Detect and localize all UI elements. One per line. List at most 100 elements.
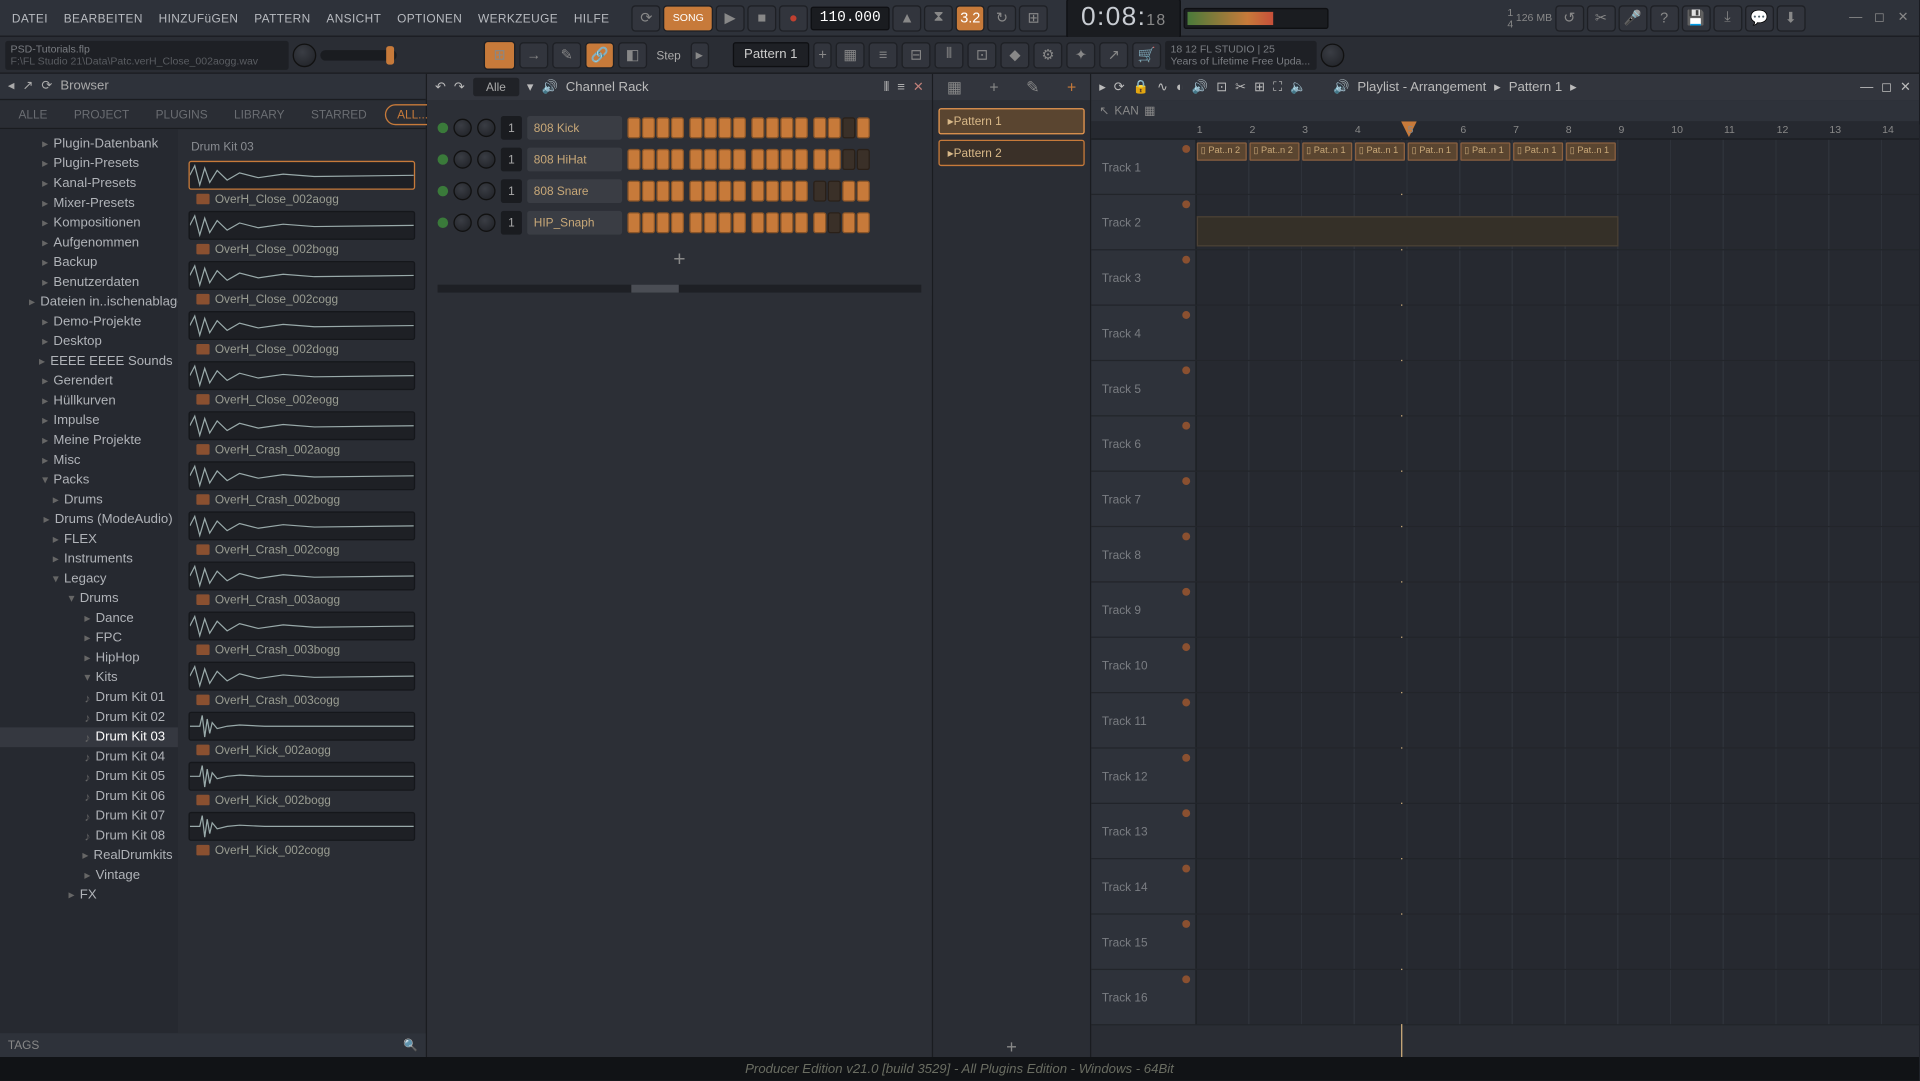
step-button[interactable] — [795, 117, 808, 138]
playlist-clip[interactable]: ▯ Pat..n 1 — [1513, 142, 1563, 160]
channel-mixer-track[interactable]: 1 — [501, 211, 522, 235]
pl-tool-pointer[interactable]: ↖ — [1099, 103, 1109, 117]
sample-item[interactable]: OverH_Close_002cogg — [188, 261, 415, 308]
channel-add-button[interactable]: + — [438, 245, 922, 277]
track-lane[interactable] — [1197, 306, 1919, 360]
track-header[interactable]: Track 6 — [1091, 416, 1196, 470]
news-icon[interactable] — [1321, 43, 1345, 67]
tree-item[interactable]: ▸ Demo-Projekte — [0, 312, 178, 332]
tree-item[interactable]: ▸ Dance — [0, 609, 178, 629]
playlist-clip[interactable]: ▯ Pat..n 1 — [1566, 142, 1616, 160]
tree-item[interactable]: ▸ Plugin-Presets — [0, 154, 178, 174]
menu-werkzeuge[interactable]: WERKZEUGE — [471, 9, 564, 27]
ch-view2-icon[interactable]: ≡ — [897, 80, 905, 94]
step-button[interactable] — [813, 117, 826, 138]
channel-pan-knob[interactable] — [453, 182, 471, 200]
ch-fwd-icon[interactable]: ↷ — [454, 80, 465, 94]
track-header[interactable]: Track 3 — [1091, 250, 1196, 304]
pl-speaker-icon[interactable]: 🔊 — [1333, 80, 1349, 94]
tree-item[interactable]: ▸ Desktop — [0, 332, 178, 352]
pattern-picker-item[interactable]: ▸ Pattern 2 — [938, 140, 1084, 166]
track-header[interactable]: Track 13 — [1091, 804, 1196, 858]
step-button[interactable] — [813, 181, 826, 202]
tree-item[interactable]: ▾ Drums — [0, 589, 178, 609]
sample-item[interactable]: OverH_Crash_002bogg — [188, 461, 415, 508]
track-header[interactable]: Track 8 — [1091, 527, 1196, 581]
tree-item[interactable]: ▸ Drums (ModeAudio) — [0, 510, 178, 530]
step-button[interactable] — [828, 212, 841, 233]
track-header[interactable]: Track 1 — [1091, 140, 1196, 194]
time-display[interactable]: 0:08:18 — [1067, 0, 1181, 38]
step-button[interactable] — [733, 149, 746, 170]
track-header[interactable]: Track 14 — [1091, 859, 1196, 913]
plugin-icon[interactable]: ◆ — [1001, 42, 1030, 68]
metronome-icon[interactable]: ▲ — [893, 5, 922, 31]
track-lane[interactable] — [1197, 970, 1919, 1024]
sample-item[interactable]: OverH_Kick_002aogg — [188, 712, 415, 759]
countdown-icon[interactable]: ⧗ — [924, 5, 953, 31]
pp-plus-icon[interactable]: + — [1067, 78, 1076, 96]
step-edit-icon[interactable]: ⊞ — [1019, 5, 1048, 31]
step-button[interactable] — [828, 117, 841, 138]
channel-mute-led[interactable] — [438, 186, 449, 197]
pl-t8-icon[interactable]: 🔈 — [1290, 80, 1306, 94]
tree-item[interactable]: ▸ Mixer-Presets — [0, 194, 178, 214]
tree-item[interactable]: ▸ Hüllkurven — [0, 391, 178, 411]
tree-item[interactable]: ▸ Vintage — [0, 866, 178, 886]
track-lane[interactable] — [1197, 638, 1919, 692]
step-button[interactable] — [656, 212, 669, 233]
step-button[interactable] — [704, 181, 717, 202]
pattern-add[interactable]: + — [813, 42, 831, 68]
tree-item[interactable]: ♪ Drum Kit 03 — [0, 728, 178, 748]
step-play[interactable]: ▸ — [690, 42, 708, 68]
ch-back-icon[interactable]: ↶ — [435, 80, 446, 94]
tree-item[interactable]: ▸ Benutzerdaten — [0, 273, 178, 293]
view-mixer-icon[interactable]: ⫴ — [935, 42, 964, 68]
tree-item[interactable]: ♪ Drum Kit 06 — [0, 787, 178, 807]
channel-mute-led[interactable] — [438, 154, 449, 165]
step-button[interactable] — [751, 117, 764, 138]
step-button[interactable] — [795, 181, 808, 202]
channel-mixer-track[interactable]: 1 — [501, 148, 522, 172]
step-button[interactable] — [656, 117, 669, 138]
menu-optionen[interactable]: OPTIONEN — [390, 9, 468, 27]
step-button[interactable] — [627, 212, 640, 233]
track-lane[interactable] — [1197, 915, 1919, 969]
loop-rec-icon[interactable]: ↻ — [987, 5, 1016, 31]
step-button[interactable] — [671, 181, 684, 202]
save-icon[interactable]: 💾 — [1681, 5, 1710, 31]
window-min-icon[interactable]: — — [1845, 9, 1866, 27]
step-button[interactable] — [689, 149, 702, 170]
pl-menu-icon[interactable]: ▸ — [1099, 80, 1106, 94]
menu-hinzufuegen[interactable]: HINZUFüGEN — [152, 9, 245, 27]
tree-item[interactable]: ▸ FX — [0, 886, 178, 906]
step-button[interactable] — [857, 149, 870, 170]
channel-vol-knob[interactable] — [477, 150, 495, 168]
track-header[interactable]: Track 16 — [1091, 970, 1196, 1024]
sample-item[interactable]: OverH_Crash_003aogg — [188, 561, 415, 608]
track-lane[interactable] — [1197, 416, 1919, 470]
sync-icon[interactable]: ⟳ — [632, 5, 661, 31]
step-button[interactable] — [751, 181, 764, 202]
step-button[interactable] — [780, 212, 793, 233]
news-panel[interactable]: 18 12 FL STUDIO | 25 Years of Lifetime F… — [1165, 40, 1317, 69]
channel-mute-led[interactable] — [438, 217, 449, 228]
browser-tab-alle[interactable]: ALLE — [11, 103, 56, 124]
tree-item[interactable]: ▸ Misc — [0, 451, 178, 471]
step-button[interactable] — [718, 212, 731, 233]
master-pitch-slider[interactable] — [320, 49, 396, 60]
sample-item[interactable]: OverH_Crash_003cogg — [188, 662, 415, 709]
track-header[interactable]: Track 10 — [1091, 638, 1196, 692]
playlist-ruler[interactable]: 1234567891011121314 — [1091, 121, 1919, 139]
step-button[interactable] — [656, 149, 669, 170]
tree-item[interactable]: ▸ HipHop — [0, 648, 178, 668]
step-button[interactable] — [627, 117, 640, 138]
step-button[interactable] — [751, 212, 764, 233]
pl-t3-icon[interactable]: 🔊 — [1192, 80, 1208, 94]
step-button[interactable] — [813, 149, 826, 170]
record-button[interactable]: ● — [779, 5, 808, 31]
tree-item[interactable]: ▸ Impulse — [0, 411, 178, 431]
tree-item[interactable]: ▸ Instruments — [0, 550, 178, 570]
step-button[interactable] — [842, 212, 855, 233]
step-button[interactable] — [627, 181, 640, 202]
